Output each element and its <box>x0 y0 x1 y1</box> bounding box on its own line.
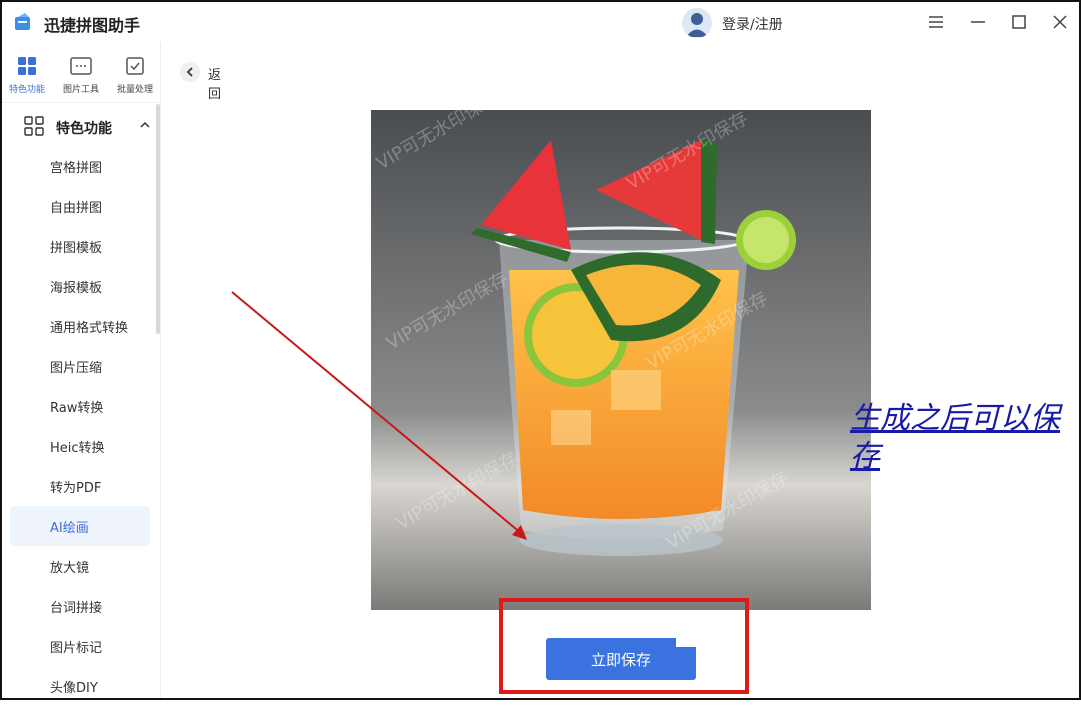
sidebar-item[interactable]: 海报模板 <box>10 266 150 306</box>
topnav-featured[interactable]: 特色功能 <box>2 56 52 95</box>
sidebar-item[interactable]: 头像DIY <box>10 666 150 706</box>
save-button[interactable]: 立即保存 <box>546 638 696 680</box>
sidebar-item-label: 自由拼图 <box>50 201 103 216</box>
topnav-label: 特色功能 <box>8 85 45 95</box>
sidebar-item-label: 转为PDF <box>50 481 102 496</box>
sidebar-scrollbar[interactable] <box>156 104 160 334</box>
sidebar-item[interactable]: 通用格式转换 <box>10 306 150 346</box>
sidebar-item-label: 通用格式转换 <box>50 321 129 336</box>
sidebar-item-label: 头像DIY <box>50 681 98 696</box>
app-logo-icon <box>14 13 32 31</box>
sidebar-item[interactable]: Raw转换 <box>10 386 150 426</box>
close-icon[interactable] <box>1050 12 1070 32</box>
sidebar-item[interactable]: 自由拼图 <box>10 186 150 226</box>
sidebar-item[interactable]: 拼图模板 <box>10 226 150 266</box>
sidebar-item-label: 图片压缩 <box>50 361 103 376</box>
sidebar-item[interactable]: 放大镜 <box>10 546 150 586</box>
sidebar-item[interactable]: Heic转换 <box>10 426 150 466</box>
sidebar-item-label: AI绘画 <box>50 521 89 536</box>
menu-icon[interactable] <box>926 12 946 32</box>
sidebar-item-label: 放大镜 <box>50 561 90 576</box>
login-link[interactable]: 登录/注册 <box>722 14 783 34</box>
topnav-batch[interactable]: 批量处理 <box>110 56 160 95</box>
sidebar-item-label: Heic转换 <box>50 441 105 456</box>
sidebar-item-label: Raw转换 <box>50 401 104 416</box>
topnav-label: 批量处理 <box>116 85 153 95</box>
sidebar-item[interactable]: 台词拼接 <box>10 586 150 626</box>
sidebar-item[interactable]: 图片标记 <box>10 626 150 666</box>
sidebar-top-nav: 特色功能 图片工具 批量处理 <box>2 42 160 103</box>
sidebar-item[interactable]: 宫格拼图 <box>10 146 150 186</box>
section-title: 特色功能 <box>56 121 112 137</box>
back-label: 返回 <box>208 68 222 102</box>
user-avatar-icon[interactable] <box>682 8 712 38</box>
topnav-label: 图片工具 <box>62 85 99 95</box>
image-tool-icon <box>70 57 92 75</box>
grid-icon <box>18 57 36 75</box>
apps-icon <box>24 116 44 136</box>
sidebar-item[interactable]: AI绘画 <box>10 506 150 546</box>
title-bar: 迅捷拼图助手 登录/注册 <box>2 2 1079 42</box>
maximize-icon[interactable] <box>1009 12 1029 32</box>
back-arrow-icon <box>180 62 200 82</box>
topnav-image-tools[interactable]: 图片工具 <box>56 56 106 95</box>
generated-image: VIP可无水印保存 VIP可无水印保存 VIP可无水印保存 VIP可无水印保存 … <box>371 110 871 610</box>
sidebar-item-label: 拼图模板 <box>50 241 103 256</box>
sidebar-item[interactable]: 转为PDF <box>10 466 150 506</box>
sidebar: 特色功能 图片工具 批量处理 特色功能 宫格拼图自由拼图拼图模板海报模板通用格式… <box>2 42 161 698</box>
save-button-notch <box>676 629 706 647</box>
batch-icon <box>126 57 144 75</box>
annotation-text: 生成之后可以保存 <box>850 401 1060 474</box>
sidebar-item-label: 台词拼接 <box>50 601 103 616</box>
sidebar-item-label: 宫格拼图 <box>50 161 103 176</box>
section-featured-header[interactable]: 特色功能 <box>24 116 154 138</box>
app-title: 迅捷拼图助手 <box>44 16 141 35</box>
sidebar-item-label: 海报模板 <box>50 281 103 296</box>
chevron-up-icon <box>140 121 150 128</box>
sidebar-item-label: 图片标记 <box>50 641 103 656</box>
minimize-icon[interactable] <box>968 12 988 32</box>
sidebar-item[interactable]: 图片压缩 <box>10 346 150 386</box>
